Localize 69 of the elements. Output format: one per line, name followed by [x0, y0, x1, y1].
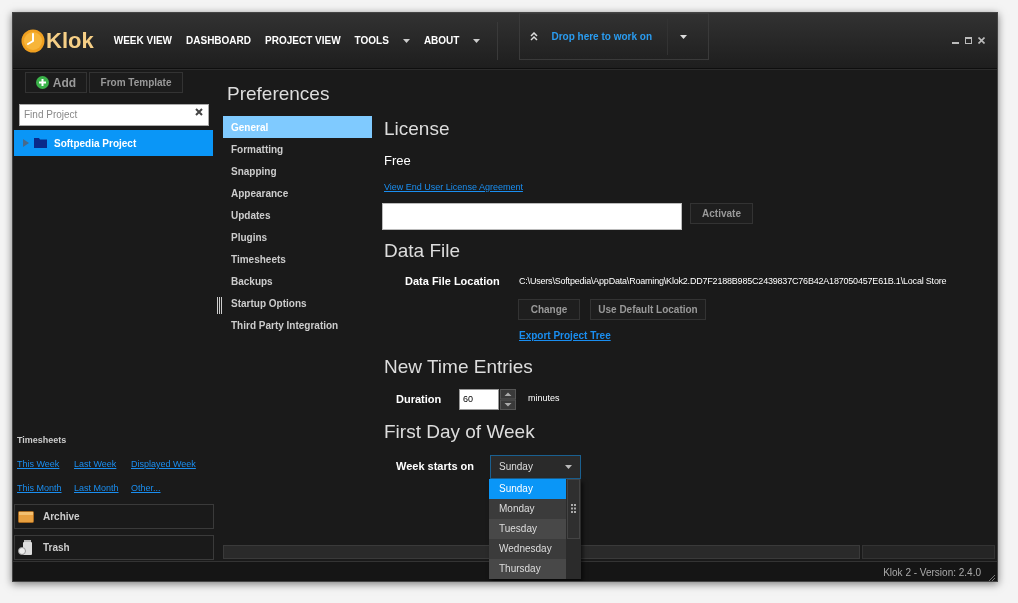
- timesheet-link[interactable]: Other...: [131, 482, 161, 494]
- section-title: Timesheets: [17, 434, 68, 446]
- section-heading: First Day of Week: [384, 420, 536, 443]
- data-file-path: C:\Users\Softpedia\AppData\Roaming\Klok2.DD7F2188B985C2439837C76B42A187050457E61B.1\Local Store: [519, 274, 947, 288]
- sidebar-bin-item[interactable]: Archive: [14, 504, 214, 529]
- timesheet-link[interactable]: Last Week: [74, 458, 131, 470]
- field-label: Week starts on: [395, 459, 476, 475]
- dropdown-option[interactable]: Wednesday: [489, 538, 566, 559]
- splitter-handle-icon[interactable]: [216, 297, 222, 314]
- search-field[interactable]: Find Project: [19, 103, 209, 126]
- app-logo: Klok: [46, 29, 94, 52]
- preference-nav-item[interactable]: Third Party Integration: [223, 314, 372, 336]
- eula-link[interactable]: View End User License Agreement: [384, 182, 523, 193]
- preference-nav-item[interactable]: Formatting: [223, 138, 372, 160]
- dropdown-option[interactable]: Tuesday: [489, 518, 566, 539]
- preference-nav-item[interactable]: Updates: [223, 204, 372, 226]
- preference-nav-item[interactable]: Startup Options: [223, 292, 372, 314]
- scrollbar-thumb[interactable]: [567, 478, 580, 539]
- dropdown-caret-icon[interactable]: [680, 34, 688, 39]
- section-heading: New Time Entries: [384, 355, 534, 378]
- timesheet-link[interactable]: Displayed Week: [131, 458, 196, 470]
- maximize-icon[interactable]: [965, 37, 972, 44]
- preference-nav-item[interactable]: Backups: [223, 270, 372, 292]
- spinner-arrows-icon[interactable]: [500, 388, 516, 410]
- preference-nav-item[interactable]: Timesheets: [223, 248, 372, 270]
- close-icon[interactable]: [978, 37, 985, 44]
- activate-button[interactable]: Activate: [690, 203, 753, 224]
- clock-icon: [21, 28, 45, 53]
- nav-menu-item[interactable]: WEEK VIEW: [113, 30, 173, 51]
- from-template-button[interactable]: From Template: [89, 72, 183, 93]
- data-file-button[interactable]: Use Default Location: [590, 298, 706, 320]
- sidebar-bin-item[interactable]: Trash: [14, 535, 214, 560]
- timesheet-link[interactable]: This Week: [17, 458, 74, 470]
- license-key-field[interactable]: [382, 203, 682, 230]
- clear-icon[interactable]: [195, 108, 203, 116]
- nav-menu-item[interactable]: TOOLS: [354, 30, 410, 51]
- preference-nav-item[interactable]: Appearance: [223, 182, 372, 204]
- license-type: Free: [384, 153, 412, 168]
- duration-field[interactable]: 60: [459, 388, 499, 410]
- page-title: Preferences: [227, 83, 331, 105]
- field-label: Data File Location: [404, 274, 501, 289]
- grip-icon: [571, 504, 576, 513]
- field-label: Duration: [395, 391, 443, 407]
- nav-menu-item[interactable]: ABOUT: [423, 30, 481, 51]
- data-file-button[interactable]: Change: [518, 298, 580, 320]
- export-link[interactable]: Export Project Tree: [519, 329, 611, 342]
- caret-icon: [473, 38, 481, 43]
- double-chevron-up-icon: [530, 32, 539, 41]
- timesheet-link[interactable]: This Month: [17, 482, 74, 494]
- add-button[interactable]: Add: [25, 72, 87, 93]
- section-heading: License: [384, 118, 451, 140]
- dropdown-option[interactable]: Monday: [489, 498, 566, 519]
- version-label: Klok 2 - Version: 2.4.0: [883, 566, 981, 580]
- dropdown-caret-icon: [565, 464, 572, 469]
- trash-bin-icon: [18, 540, 34, 555]
- caret-icon: [402, 38, 410, 43]
- preference-nav-item[interactable]: Plugins: [223, 226, 372, 248]
- dropdown-option[interactable]: Thursday: [489, 558, 566, 579]
- timesheet-link[interactable]: Last Month: [74, 482, 131, 494]
- add-icon: [35, 76, 49, 89]
- nav-menu-item[interactable]: DASHBOARD: [186, 30, 252, 51]
- section-heading: Data File: [384, 240, 462, 262]
- nav-menu-item[interactable]: PROJECT VIEW: [265, 30, 341, 51]
- resize-grip-icon[interactable]: [988, 574, 996, 581]
- unit-label: minutes: [528, 392, 560, 406]
- box-icon: [18, 510, 34, 523]
- drop-zone[interactable]: Drop here to work on: [519, 13, 710, 60]
- preference-nav-item[interactable]: Snapping: [223, 160, 372, 182]
- folder-icon: [34, 138, 47, 148]
